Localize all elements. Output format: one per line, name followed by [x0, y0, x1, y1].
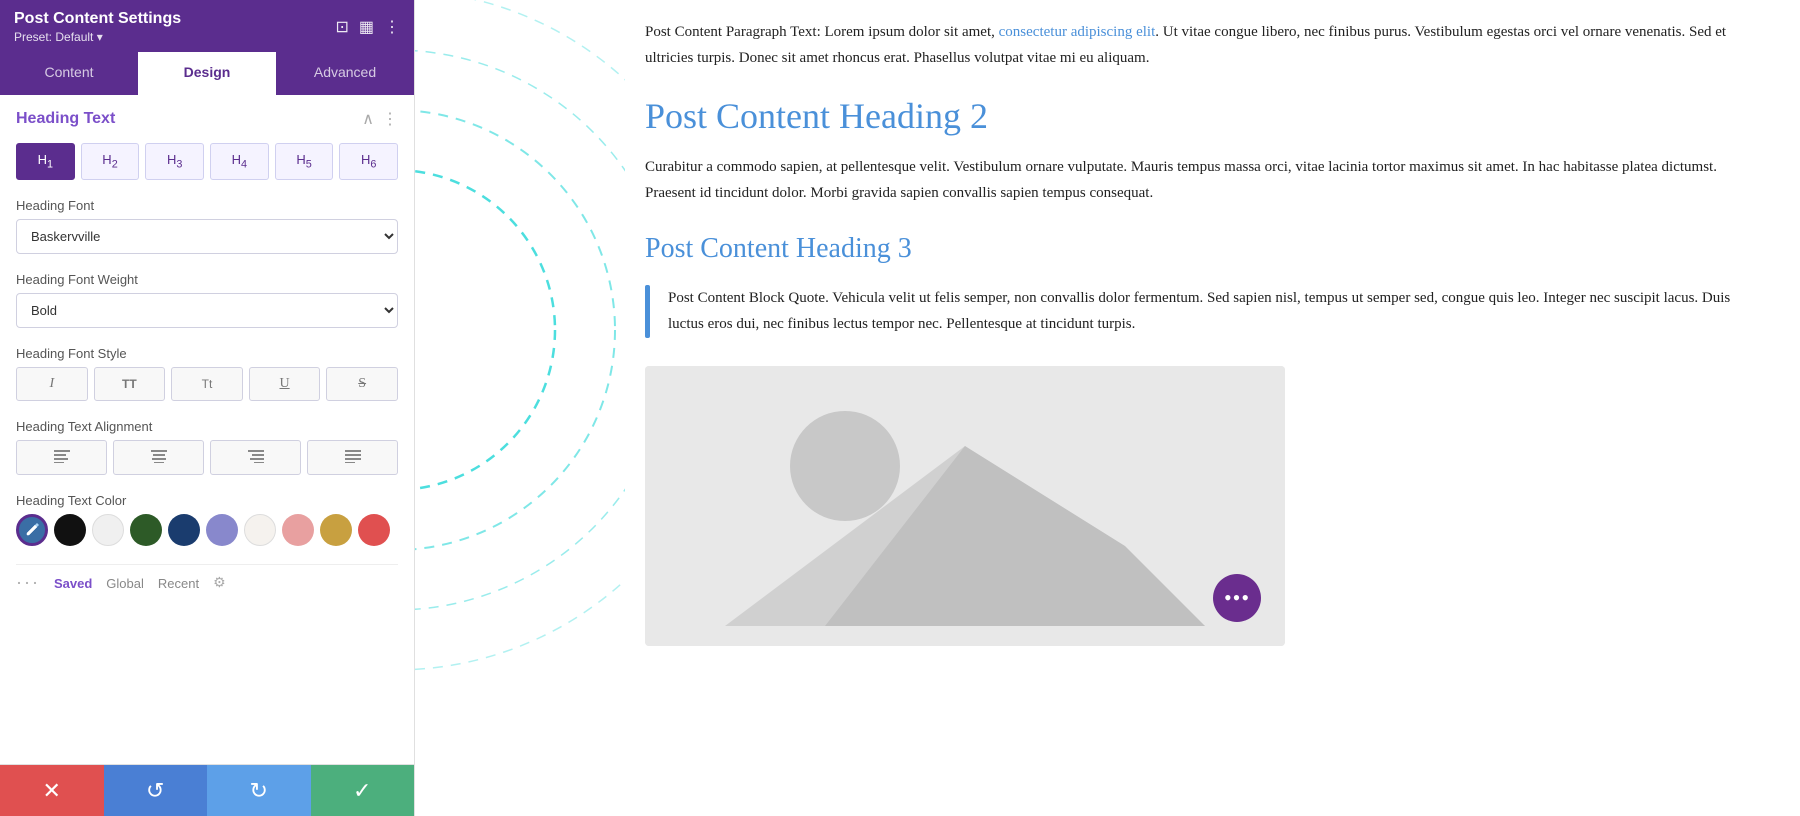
capitalize-button[interactable]: Tt [171, 367, 243, 401]
underline-button[interactable]: U [249, 367, 321, 401]
redo-button[interactable]: ↻ [207, 765, 311, 816]
section-more-icon[interactable]: ⋮ [382, 109, 398, 129]
redo-icon: ↻ [250, 778, 268, 804]
heading-font-weight-label: Heading Font Weight [16, 272, 398, 287]
minimize-icon[interactable]: ⊡ [335, 17, 348, 37]
layout-icon[interactable]: ▦ [359, 17, 374, 37]
saved-dots-icon[interactable]: ··· [16, 573, 40, 594]
tab-advanced[interactable]: Advanced [276, 52, 414, 95]
fab-dots-icon: ••• [1224, 585, 1250, 611]
color-swatch-dark-green[interactable] [130, 514, 162, 546]
settings-gear-icon[interactable]: ⚙ [213, 575, 226, 592]
recent-tab[interactable]: Recent [158, 576, 199, 591]
tab-design[interactable]: Design [138, 52, 276, 95]
global-tab[interactable]: Global [106, 576, 144, 591]
align-justify-button[interactable] [307, 440, 398, 475]
color-swatch-light[interactable] [92, 514, 124, 546]
heading-font-weight-group: Heading Font Weight Bold Normal Light 10… [16, 272, 398, 328]
blockquote-section: Post Content Block Quote. Vehicula velit… [645, 285, 1740, 338]
panel-body: Heading Text ∧ ⋮ H1 H2 H3 H4 H5 H6 Headi… [0, 95, 414, 764]
panel-tabs: Content Design Advanced [0, 52, 414, 95]
align-center-button[interactable] [113, 440, 204, 475]
color-swatch-red[interactable] [358, 514, 390, 546]
panel-title: Post Content Settings [14, 10, 181, 28]
fab-button[interactable]: ••• [1213, 574, 1261, 622]
strikethrough-button[interactable]: S [326, 367, 398, 401]
heading-2: Post Content Heading 2 [645, 95, 1740, 138]
saved-tabs-row: ··· Saved Global Recent ⚙ [16, 564, 398, 594]
panel-header-left: Post Content Settings Preset: Default ▾ [14, 10, 181, 44]
heading-font-label: Heading Font [16, 198, 398, 213]
check-icon: ✓ [353, 778, 371, 804]
content-area: Post Content Paragraph Text: Lorem ipsum… [625, 0, 1800, 816]
blockquote-text: Post Content Block Quote. Vehicula velit… [668, 285, 1740, 338]
section-title: Heading Text [16, 110, 115, 128]
heading-level-buttons: H1 H2 H3 H4 H5 H6 [16, 143, 398, 180]
section-header-icons: ∧ ⋮ [362, 109, 398, 129]
color-swatch-lavender[interactable] [206, 514, 238, 546]
paragraph-1: Curabitur a commodo sapien, at pellentes… [645, 154, 1740, 207]
blockquote-bar [645, 285, 650, 338]
h6-button[interactable]: H6 [339, 143, 398, 180]
h1-button[interactable]: H1 [16, 143, 75, 180]
italic-button[interactable]: I [16, 367, 88, 401]
decorative-area [415, 0, 625, 816]
h2-button[interactable]: H2 [81, 143, 140, 180]
undo-icon: ↺ [146, 778, 164, 804]
heading-font-select[interactable]: Baskervville Georgia Arial Helvetica [16, 219, 398, 254]
color-swatch-pink[interactable] [282, 514, 314, 546]
panel-preset[interactable]: Preset: Default ▾ [14, 30, 181, 44]
align-left-button[interactable] [16, 440, 107, 475]
heading-text-color-group: Heading Text Color [16, 493, 398, 546]
undo-button[interactable]: ↺ [104, 765, 208, 816]
h3-button[interactable]: H3 [145, 143, 204, 180]
image-placeholder: ••• [645, 366, 1285, 646]
color-swatch-gold[interactable] [320, 514, 352, 546]
heading-font-style-label: Heading Font Style [16, 346, 398, 361]
confirm-button[interactable]: ✓ [311, 765, 415, 816]
intro-paragraph: Post Content Paragraph Text: Lorem ipsum… [645, 20, 1740, 71]
color-swatch-black[interactable] [54, 514, 86, 546]
bottom-bar: ✕ ↺ ↻ ✓ [0, 764, 414, 816]
section-header: Heading Text ∧ ⋮ [16, 109, 398, 129]
close-button[interactable]: ✕ [0, 765, 104, 816]
heading-font-style-group: Heading Font Style I TT Tt U S [16, 346, 398, 401]
color-picker-button[interactable] [16, 514, 48, 546]
align-right-button[interactable] [210, 440, 301, 475]
heading-text-alignment-label: Heading Text Alignment [16, 419, 398, 434]
heading-text-color-label: Heading Text Color [16, 493, 398, 508]
panel-header: Post Content Settings Preset: Default ▾ … [0, 0, 414, 52]
h5-button[interactable]: H5 [275, 143, 334, 180]
heading-3: Post Content Heading 3 [645, 231, 1740, 267]
alignment-buttons [16, 440, 398, 475]
intro-link[interactable]: consectetur adipiscing elit [999, 24, 1156, 40]
color-swatch-dark-blue[interactable] [168, 514, 200, 546]
heading-text-alignment-group: Heading Text Alignment [16, 419, 398, 475]
more-icon[interactable]: ⋮ [384, 17, 400, 37]
heading-font-group: Heading Font Baskervville Georgia Arial … [16, 198, 398, 254]
color-swatches [16, 514, 398, 546]
color-swatch-cream[interactable] [244, 514, 276, 546]
collapse-icon[interactable]: ∧ [362, 109, 374, 129]
uppercase-button[interactable]: TT [94, 367, 166, 401]
tab-content[interactable]: Content [0, 52, 138, 95]
settings-panel: Post Content Settings Preset: Default ▾ … [0, 0, 415, 816]
close-icon: ✕ [43, 778, 61, 804]
h4-button[interactable]: H4 [210, 143, 269, 180]
intro-text-before: Post Content Paragraph Text: Lorem ipsum… [645, 24, 999, 40]
saved-tab[interactable]: Saved [54, 576, 92, 591]
style-buttons: I TT Tt U S [16, 367, 398, 401]
panel-header-icons: ⊡ ▦ ⋮ [335, 17, 400, 37]
heading-font-weight-select[interactable]: Bold Normal Light 100 200 300 400 500 60… [16, 293, 398, 328]
